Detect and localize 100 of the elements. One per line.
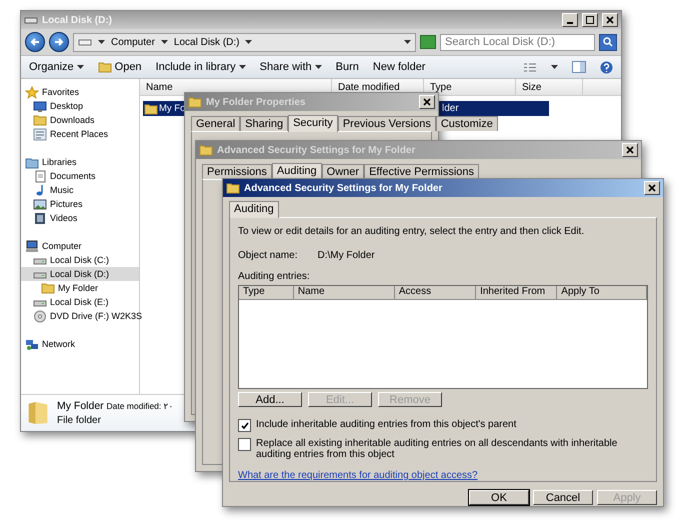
dialog-title: Advanced Security Settings for My Folder (217, 144, 416, 156)
checkmark-icon (240, 422, 248, 430)
nav-item[interactable]: Local Disk (C:) (21, 253, 139, 267)
auditing-entries-list[interactable]: Type Name Access Inherited From Apply To (238, 285, 648, 389)
column-header[interactable]: Name (294, 286, 395, 299)
checkbox[interactable] (238, 419, 251, 432)
close-button[interactable] (602, 13, 618, 27)
nav-item[interactable]: Local Disk (D:) (21, 267, 139, 281)
column-header[interactable]: Type (239, 286, 294, 299)
nav-item[interactable]: Libraries (21, 155, 139, 169)
star-icon (25, 86, 39, 98)
caret-icon (245, 40, 252, 44)
close-button[interactable] (644, 181, 660, 195)
caret-icon (404, 40, 411, 44)
close-button[interactable] (622, 143, 638, 157)
tab[interactable]: Previous Versions (338, 116, 436, 131)
toolbar-button[interactable]: Open (98, 61, 142, 73)
entries-label: Auditing entries: (238, 271, 311, 282)
nav-item[interactable]: Network (21, 337, 139, 351)
close-icon (606, 16, 614, 24)
column-header[interactable]: Inherited From (476, 286, 558, 299)
checkbox-label: Replace all existing inheritable auditing entries on all descendants with inheritable auditing entries from this object (256, 438, 618, 460)
object-name-label: Object name: (238, 250, 298, 261)
drive-icon (78, 37, 92, 47)
tab[interactable]: Owner (322, 164, 364, 179)
library-icon (25, 156, 39, 168)
computer-icon (25, 240, 39, 252)
close-icon (626, 146, 634, 154)
nav-item[interactable]: Downloads (21, 113, 139, 127)
object-name-value: D:\My Folder (317, 250, 375, 261)
close-button[interactable] (419, 95, 435, 109)
view-options-icon[interactable] (523, 62, 537, 72)
breadcrumb[interactable]: Local Disk (D:) (174, 36, 240, 48)
tab[interactable]: Effective Permissions (364, 164, 480, 179)
tab[interactable]: Sharing (240, 116, 288, 131)
toolbar-menu[interactable]: Include in library (156, 61, 246, 73)
close-icon (423, 98, 431, 106)
dialog-title: Advanced Security Settings for My Folder (244, 182, 444, 194)
tab[interactable]: Auditing (229, 201, 279, 218)
checkbox-label: Include inheritable auditing entries from this object's parent (256, 419, 516, 430)
column-header[interactable]: Access (394, 286, 476, 299)
search-icon (603, 36, 613, 46)
list-icon (33, 128, 47, 140)
maximize-icon (586, 16, 594, 24)
dialog-button[interactable]: OK (469, 490, 529, 505)
back-arrow-icon (30, 37, 40, 47)
nav-item[interactable]: Desktop (21, 99, 139, 113)
search-field[interactable]: Search Local Disk (D:) (440, 34, 595, 50)
breadcrumb[interactable]: Computer (111, 36, 155, 48)
film-icon (33, 212, 47, 224)
search-button[interactable] (599, 34, 617, 50)
details-type: File folder (57, 415, 102, 426)
address-bar[interactable]: Computer Local Disk (D:) (73, 32, 416, 52)
caret-icon (238, 65, 246, 69)
disc-icon (33, 310, 47, 322)
nav-item[interactable]: Pictures (21, 197, 139, 211)
folder-icon (144, 102, 158, 114)
nav-item[interactable]: Local Disk (E:) (21, 295, 139, 309)
tab[interactable]: Permissions (202, 164, 272, 179)
preview-pane-icon[interactable] (572, 61, 586, 73)
nav-item[interactable]: Documents (21, 169, 139, 183)
dialog-button[interactable]: Cancel (533, 490, 593, 505)
caret-icon (314, 65, 322, 69)
toolbar-button[interactable]: Burn (336, 61, 359, 73)
forward-button[interactable] (49, 32, 69, 52)
document-icon (33, 170, 47, 182)
toolbar-button[interactable]: New folder (372, 61, 426, 73)
nav-item[interactable]: DVD Drive (F:) W2K3S (21, 309, 139, 323)
action-button[interactable]: Add... (238, 392, 302, 407)
window-title: Local Disk (D:) (42, 14, 114, 26)
nav-item[interactable]: Favorites (21, 85, 139, 99)
tab[interactable]: General (191, 116, 240, 131)
help-link[interactable]: What are the requirements for auditing object access? (238, 470, 478, 481)
column-header[interactable]: Size (516, 79, 583, 95)
help-icon[interactable] (600, 60, 613, 74)
caret-icon (160, 40, 168, 44)
column-header[interactable]: Apply To (557, 286, 647, 299)
details-name: My Folder (57, 400, 104, 412)
instruction-text: To view or edit details for an auditing entry, select the entry and then click Edit. (238, 226, 586, 237)
nav-item[interactable]: Videos (21, 211, 139, 225)
nav-item[interactable]: Music (21, 183, 139, 197)
nav-item[interactable]: My Folder (21, 281, 139, 295)
tab[interactable]: Customize (436, 116, 498, 131)
details-date: Date modified: ۲۰ (106, 401, 174, 411)
folder-icon (33, 114, 47, 126)
close-icon (648, 184, 656, 192)
caret-icon (551, 65, 558, 69)
toolbar-menu[interactable]: Organize (29, 61, 84, 73)
folder-icon (226, 182, 240, 194)
tab[interactable]: Security (288, 115, 338, 132)
back-button[interactable] (25, 32, 45, 52)
caret-icon (76, 65, 84, 69)
network-icon (25, 338, 39, 350)
toolbar-menu[interactable]: Share with (260, 61, 322, 73)
maximize-button[interactable] (582, 13, 598, 27)
minimize-button[interactable] (562, 13, 578, 27)
checkbox[interactable] (238, 438, 251, 451)
nav-item[interactable]: Computer (21, 239, 139, 253)
nav-item[interactable]: Recent Places (21, 127, 139, 141)
caret-icon (98, 40, 105, 44)
